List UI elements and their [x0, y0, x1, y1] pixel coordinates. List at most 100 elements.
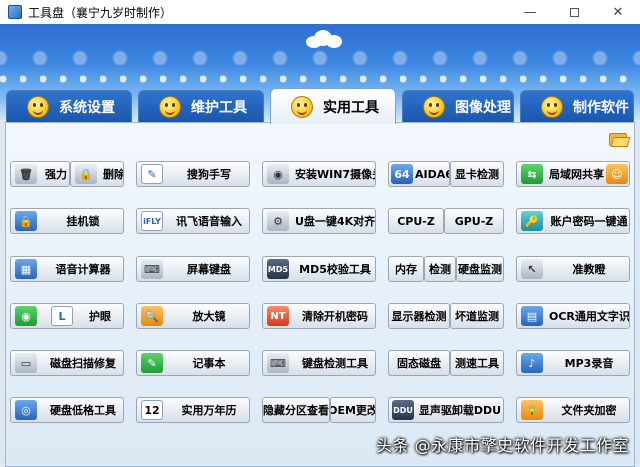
title-bar: 工具盘（襄宁九岁时制作） — ✕	[0, 0, 640, 24]
tab-label: 维护工具	[191, 99, 247, 116]
tab-utility-tools[interactable]: 实用工具	[270, 88, 396, 124]
clear-boot-password-button[interactable]: NT 清除开机密码	[262, 303, 376, 329]
force-label: 强力	[45, 168, 67, 181]
delete-button[interactable]: 🔒 删除	[70, 161, 124, 187]
iflytek-voice-input-button[interactable]: iFLY 讯飞语音输入	[136, 208, 250, 234]
nt-icon: NT	[267, 306, 289, 326]
open-folder-icon[interactable]	[609, 131, 631, 147]
keyboard-test-label: 键盘检测工具	[302, 357, 368, 370]
pen-lock-icon: 🔒	[15, 211, 37, 231]
keyboard-test-button[interactable]: ⌨ 键盘检测工具	[262, 350, 376, 376]
memory-detect-label: 检测	[429, 263, 451, 276]
md5-check-label: MD5校验工具	[299, 263, 371, 276]
usb-4k-align-button[interactable]: ⚙ U盘一键4K对齐	[262, 208, 376, 234]
eye-care-label: 护眼	[89, 310, 111, 323]
share-icon: ⇆	[521, 164, 543, 184]
ddu-uninstall-button[interactable]: DDU 显声驱卸载DDU	[388, 397, 504, 423]
disk-scan-repair-label: 磁盘扫描修复	[50, 357, 116, 370]
lock-icon: 🔒	[75, 164, 97, 184]
folder-encrypt-label: 文件夹加密	[561, 404, 617, 417]
eye-care-icon: ◉	[15, 306, 37, 326]
trash-bolt-icon: 🗑	[15, 164, 37, 184]
screen-keyboard-label: 屏幕键盘	[187, 263, 231, 276]
tab-make-software[interactable]: 制作软件	[520, 90, 634, 122]
music-note-icon: ♪	[521, 353, 543, 373]
iflytek-voice-input-label: 讯飞语音输入	[176, 215, 242, 228]
voice-calculator-label: 语音计算器	[55, 263, 111, 276]
tab-system-settings[interactable]: 系统设置	[6, 90, 132, 122]
tab-label: 系统设置	[59, 99, 115, 116]
smiley-icon	[27, 95, 49, 118]
calendar-button[interactable]: 12 实用万年历	[136, 397, 250, 423]
webcam-icon: ◉	[267, 164, 289, 184]
memory-label: 内存	[395, 263, 417, 276]
cursor-tool-button[interactable]: ↖ 准教瞪	[516, 256, 630, 282]
account-password-label: 账户密码一键通	[550, 215, 628, 228]
magnifier-button[interactable]: 🔍 放大镜	[136, 303, 250, 329]
aida64-button[interactable]: 64 AIDA64	[388, 161, 450, 187]
oem-change-label: OEM更改	[330, 404, 376, 417]
smiley-icon	[423, 95, 445, 118]
notepad-button[interactable]: ✎ 记事本	[136, 350, 250, 376]
delete-label: 删除	[103, 168, 124, 181]
hidden-partition-label: 隐藏分区查看	[263, 404, 329, 417]
keyboard-icon: ⌨	[141, 259, 163, 279]
tab-label: 实用工具	[323, 99, 379, 116]
magnifier-icon: 🔍	[141, 306, 163, 326]
screen-keyboard-button[interactable]: ⌨ 屏幕键盘	[136, 256, 250, 282]
speed-test-label: 测速工具	[455, 357, 499, 370]
gpu-detect-button[interactable]: 显卡检测	[450, 161, 504, 187]
keyboard-test-icon: ⌨	[267, 353, 289, 373]
memory-button[interactable]: 内存	[388, 256, 424, 282]
account-password-button[interactable]: 🔑 账户密码一键通	[516, 208, 630, 234]
iflytek-icon: iFLY	[141, 211, 163, 231]
disk-drive-icon: ▭	[15, 353, 37, 373]
sogou-handwriting-label: 搜狗手写	[187, 168, 231, 181]
bad-sector-label: 坏道监测	[455, 310, 499, 323]
tab-image-processing[interactable]: 图像处理	[402, 90, 514, 122]
tab-maintenance-tools[interactable]: 维护工具	[138, 90, 264, 122]
mp3-record-button[interactable]: ♪ MP3录音	[516, 350, 630, 376]
maximize-icon	[569, 7, 579, 17]
eye-care-l-icon: L	[51, 306, 73, 326]
ocr-button[interactable]: ▤ OCR通用文字识别	[516, 303, 630, 329]
minimize-button[interactable]: —	[508, 0, 552, 24]
disk-monitor-button[interactable]: 硬盘监测	[456, 256, 504, 282]
md5-check-button[interactable]: MD5 MD5校验工具	[262, 256, 376, 282]
speed-test-button[interactable]: 测速工具	[450, 350, 504, 376]
mp3-record-label: MP3录音	[564, 357, 614, 370]
disk-format-button[interactable]: ◎ 硬盘低格工具	[10, 397, 124, 423]
aida64-icon: 64	[391, 164, 413, 184]
key-icon: 🔑	[521, 211, 543, 231]
hidden-partition-button[interactable]: 隐藏分区查看	[262, 397, 330, 423]
force-button[interactable]: 🗑 强力	[10, 161, 70, 187]
voice-calculator-button[interactable]: ▦ 语音计算器	[10, 256, 124, 282]
clear-boot-password-label: 清除开机密码	[302, 310, 368, 323]
hang-lock-button[interactable]: 🔒 挂机锁	[10, 208, 124, 234]
monitor-detect-button[interactable]: 显示器检测	[388, 303, 450, 329]
gpu-z-button[interactable]: GPU-Z	[444, 208, 504, 234]
install-win7-camera-button[interactable]: ◉ 安装WIN7摄像头	[262, 161, 376, 187]
pen-icon: ✎	[141, 164, 163, 184]
document-icon: ▤	[521, 306, 543, 326]
hang-lock-label: 挂机锁	[66, 215, 100, 228]
gear-icon: ⚙	[267, 211, 289, 231]
bad-sector-button[interactable]: 坏道监测	[450, 303, 504, 329]
sogou-handwriting-button[interactable]: ✎ 搜狗手写	[136, 161, 250, 187]
ddu-uninstall-label: 显声驱卸载DDU	[418, 404, 502, 417]
tab-label: 图像处理	[455, 99, 511, 116]
window-title: 工具盘（襄宁九岁时制作）	[28, 5, 173, 20]
disk-scan-repair-button[interactable]: ▭ 磁盘扫描修复	[10, 350, 124, 376]
memory-detect-button[interactable]: 检测	[424, 256, 456, 282]
ssd-label: 固态磁盘	[397, 357, 441, 370]
eye-care-button[interactable]: ◉ L 护眼	[10, 303, 124, 329]
usb-4k-align-label: U盘一键4K对齐	[295, 215, 376, 228]
lan-share-button[interactable]: ⇆ 局域网共享 ☺	[516, 161, 630, 187]
folder-encrypt-button[interactable]: 🔒 文件夹加密	[516, 397, 630, 423]
cpu-z-button[interactable]: CPU-Z	[388, 208, 444, 234]
maximize-button[interactable]	[552, 0, 596, 24]
cursor-icon: ↖	[521, 259, 543, 279]
close-button[interactable]: ✕	[596, 0, 640, 24]
ssd-button[interactable]: 固态磁盘	[388, 350, 450, 376]
oem-change-button[interactable]: OEM更改	[330, 397, 376, 423]
